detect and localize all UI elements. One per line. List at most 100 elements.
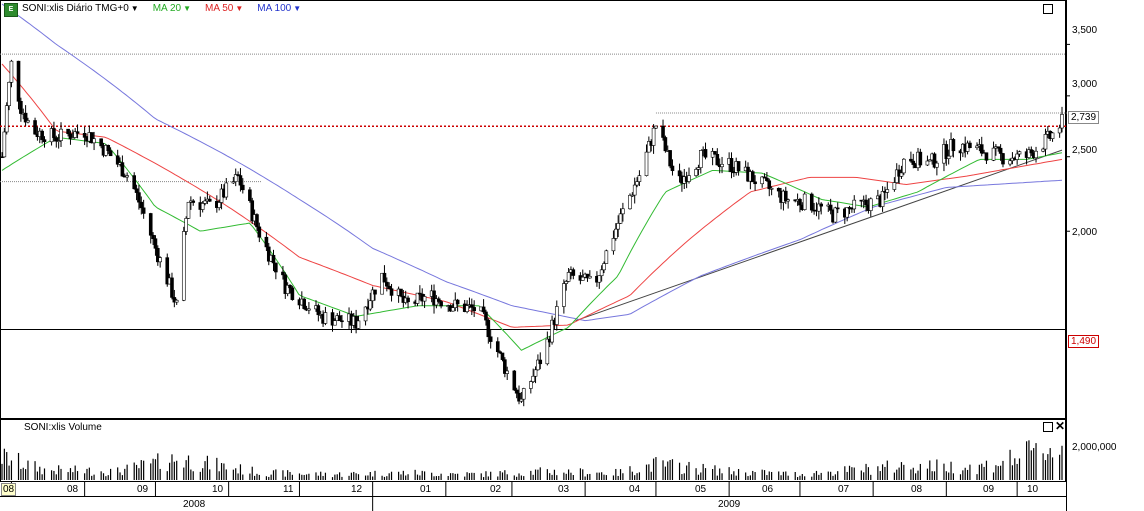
candle-body: [521, 388, 526, 400]
candle-body: [248, 189, 252, 201]
candle-body: [203, 200, 207, 204]
candle-body: [16, 60, 21, 102]
symbol-dropdown-icon[interactable]: ▼: [131, 4, 139, 13]
candle-body: [698, 150, 703, 168]
candle-body: [241, 184, 245, 191]
price-tick-3500: 3,500: [1072, 25, 1098, 36]
candle-body: [519, 398, 524, 402]
candle-body: [512, 370, 517, 391]
candle-body: [415, 292, 420, 304]
candle-body: [654, 125, 658, 129]
ma100-dropdown-icon[interactable]: ▼: [293, 4, 301, 13]
candle-body: [323, 312, 328, 324]
candle-body: [488, 336, 493, 342]
candle-body: [33, 120, 37, 135]
candle-body: [769, 187, 774, 190]
candle-body: [134, 188, 139, 193]
candle-body: [614, 228, 618, 239]
chart-app-icon[interactable]: E: [4, 3, 18, 17]
candle-body: [436, 298, 441, 302]
ma20-dropdown-icon[interactable]: ▼: [183, 4, 191, 13]
candle-body: [828, 204, 833, 211]
candle-body: [40, 130, 44, 140]
candle-body: [92, 138, 96, 144]
volume-pane-close-icon[interactable]: ✕: [1055, 419, 1065, 433]
last-price-tag: 2,739: [1068, 111, 1100, 124]
candle-body: [2, 131, 7, 158]
volume-axis-label: 2,000,000: [1072, 442, 1117, 453]
candle-body: [819, 203, 823, 207]
candle-body: [868, 198, 873, 211]
candle-body: [753, 181, 757, 185]
candle-body: [451, 307, 455, 312]
candle-body: [151, 234, 155, 240]
candle-body: [514, 389, 519, 394]
candle-body: [290, 287, 295, 300]
candle-body: [389, 288, 394, 296]
candle-body: [337, 315, 342, 322]
candle-body: [255, 214, 259, 228]
candle-body: [191, 200, 196, 203]
candle-body: [668, 150, 672, 167]
candle-body: [979, 144, 984, 154]
candle-body: [644, 151, 649, 176]
candle-body: [481, 306, 486, 313]
candle-body: [911, 160, 916, 165]
candle-body: [538, 359, 543, 365]
candle-body: [694, 169, 698, 176]
candle-body: [132, 175, 137, 190]
candle-body: [632, 184, 637, 196]
candle-body: [373, 289, 377, 295]
candle-body: [153, 238, 158, 249]
month-label: 12: [351, 484, 363, 495]
candle-body: [984, 152, 989, 161]
chart-canvas[interactable]: [0, 0, 1144, 511]
candle-body: [946, 155, 951, 160]
ma50-dropdown-icon[interactable]: ▼: [235, 4, 243, 13]
candle-body: [257, 226, 262, 238]
candle-body: [59, 128, 63, 141]
candle-body: [713, 151, 717, 155]
candle-body: [802, 193, 807, 210]
candle-body: [809, 193, 814, 211]
candle-body: [864, 199, 868, 206]
candle-body: [141, 207, 146, 214]
candle-body: [148, 213, 153, 236]
candle-body: [368, 300, 373, 310]
candle-body: [902, 158, 906, 174]
ma50-line: [1, 63, 1063, 328]
candle-body: [1008, 160, 1012, 165]
candle-body: [597, 275, 602, 283]
volume-pane-maximize-button[interactable]: [1043, 422, 1053, 432]
candle-body: [387, 285, 391, 289]
candle-body: [238, 175, 243, 186]
candle-body: [99, 138, 103, 147]
month-label: 09: [137, 484, 149, 495]
candle-body: [786, 199, 790, 202]
candle-body: [602, 263, 606, 271]
candle-body: [281, 271, 285, 276]
candle-body: [170, 277, 174, 298]
candle-body: [495, 341, 500, 353]
candle-body: [661, 125, 665, 138]
candle-body: [271, 254, 276, 264]
candle-body: [925, 160, 930, 166]
symbol-label[interactable]: SONI:xlis Diário TMG+0 ▼: [22, 3, 139, 14]
candle-body: [108, 150, 113, 157]
candle-body: [616, 223, 620, 230]
candle-body: [455, 299, 460, 305]
candle-body: [316, 305, 321, 316]
study-ma100[interactable]: MA 100 ▼: [257, 3, 301, 14]
price-pane-maximize-button[interactable]: [1043, 4, 1053, 14]
candle-body: [554, 306, 559, 325]
month-label: 10: [1027, 484, 1039, 495]
study-ma20[interactable]: MA 20 ▼: [153, 3, 191, 14]
month-label: 08: [1, 483, 17, 496]
candle-body: [120, 162, 125, 177]
candle-body: [333, 320, 337, 326]
candle-body: [767, 180, 772, 190]
study-ma50[interactable]: MA 50 ▼: [205, 3, 243, 14]
candle-body: [4, 105, 9, 133]
candle-body: [422, 296, 427, 302]
candle-body: [505, 370, 510, 374]
